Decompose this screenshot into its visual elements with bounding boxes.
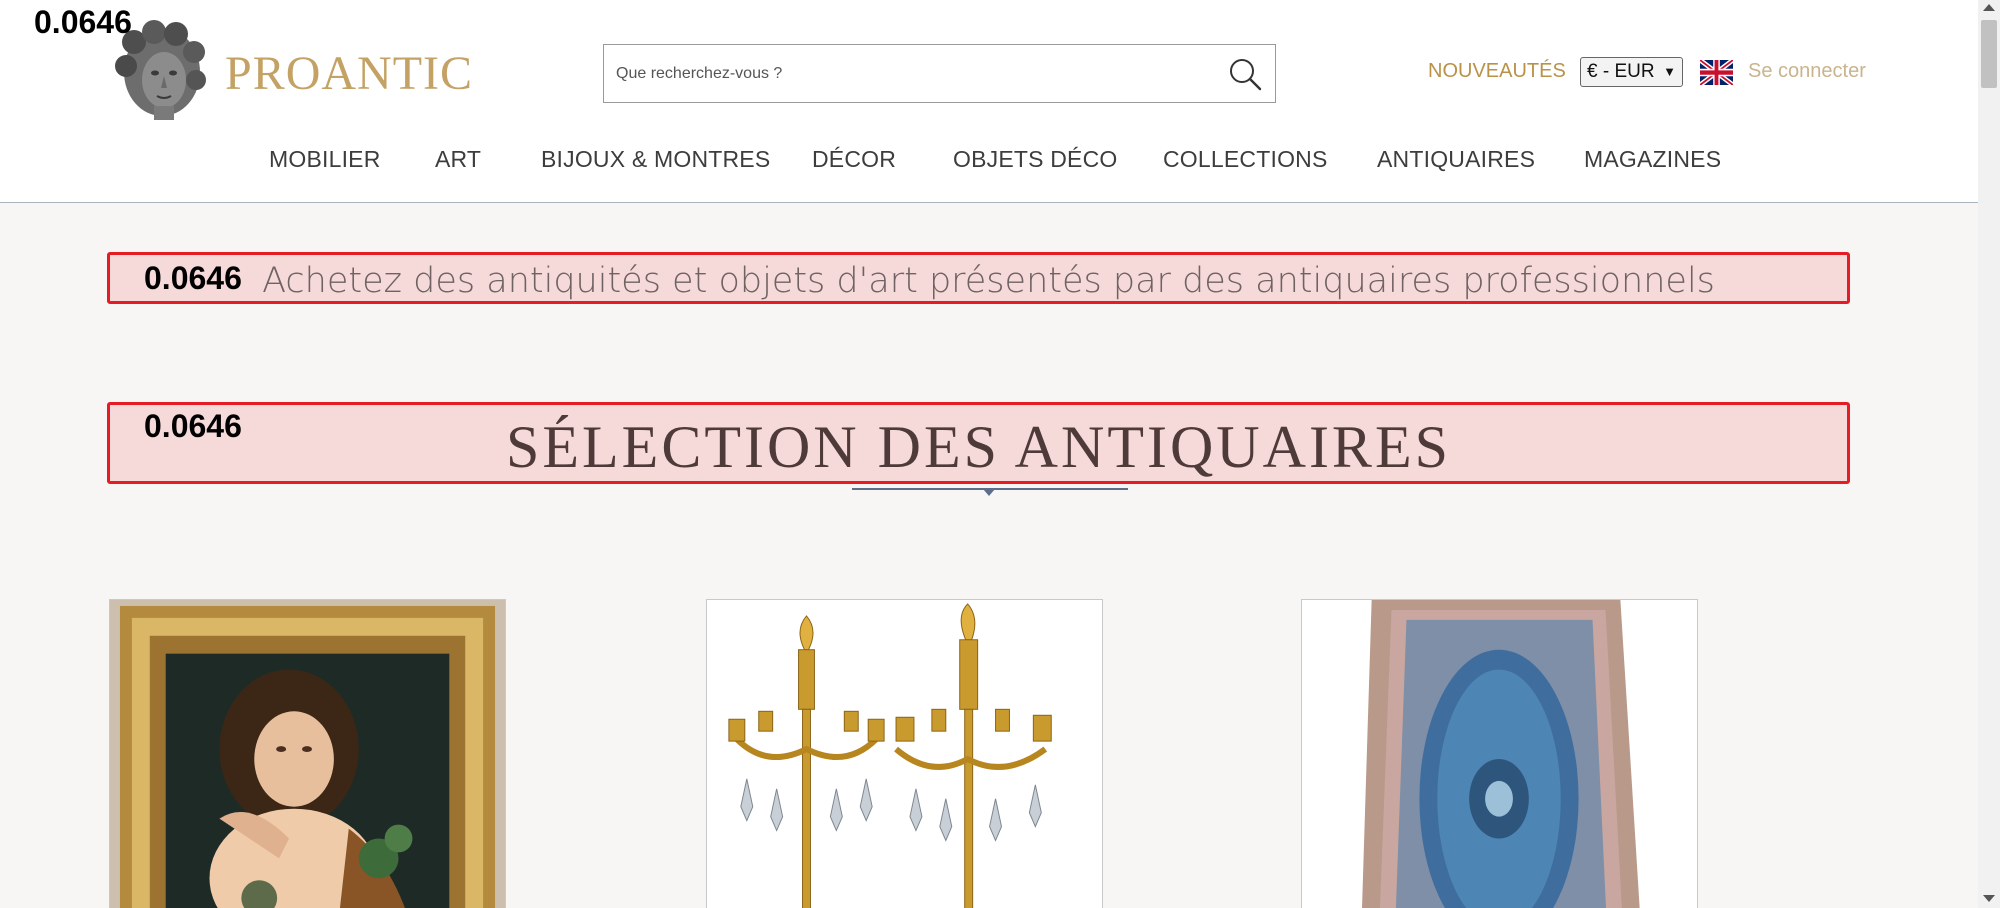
nav-item-decor[interactable]: DÉCOR <box>812 146 896 173</box>
blue-oriental-rug <box>1302 600 1697 908</box>
title-divider-arrow <box>983 489 995 496</box>
nav-item-antiquaires[interactable]: ANTIQUAIRES <box>1377 146 1535 173</box>
product-card-candelabra[interactable] <box>706 599 1103 908</box>
nav-item-mobilier[interactable]: MOBILIER <box>269 146 381 173</box>
product-card-rug[interactable] <box>1301 599 1698 908</box>
scroll-up-arrow-icon[interactable] <box>1983 4 1995 11</box>
site-header: 0.0646 PROANTIC NOUVEAUTÉS <box>0 0 1978 203</box>
search-input[interactable] <box>616 45 1196 102</box>
score-label: 0.0646 <box>34 4 132 40</box>
uk-flag-icon[interactable] <box>1698 57 1735 88</box>
currency-value: € - EUR <box>1587 61 1655 82</box>
currency-select[interactable]: € - EUR ▼ <box>1580 57 1683 87</box>
main-nav: MOBILIER ART BIJOUX & MONTRES DÉCOR OBJE… <box>0 146 1978 186</box>
page-scrollbar[interactable] <box>1978 0 2000 908</box>
nav-item-objets-deco[interactable]: OBJETS DÉCO <box>953 146 1118 173</box>
search-icon[interactable] <box>1227 56 1263 92</box>
login-link[interactable]: Se connecter <box>1748 60 1866 83</box>
gilt-bronze-candelabra-pair <box>707 600 1102 908</box>
score-label: 0.0646 <box>144 408 242 444</box>
new-arrivals-link[interactable]: NOUVEAUTÉS <box>1428 60 1566 83</box>
scrollbar-thumb[interactable] <box>1981 20 1997 88</box>
brand-name[interactable]: PROANTIC <box>225 46 473 101</box>
tagline-text: Achetez des antiquités et objets d'art p… <box>262 261 1715 301</box>
section-title: SÉLECTION DES ANTIQUAIRES <box>506 414 1451 480</box>
nav-item-collections[interactable]: COLLECTIONS <box>1163 146 1328 173</box>
framed-portrait-painting <box>110 600 505 908</box>
score-label: 0.0646 <box>144 260 242 296</box>
tagline-banner: 0.0646 Achetez des antiquités et objets … <box>107 252 1850 304</box>
chevron-down-icon: ▼ <box>1663 64 1676 79</box>
nav-item-magazines[interactable]: MAGAZINES <box>1584 146 1721 173</box>
scroll-down-arrow-icon[interactable] <box>1983 895 1995 902</box>
nav-item-art[interactable]: ART <box>435 146 481 173</box>
section-title-banner: 0.0646 SÉLECTION DES ANTIQUAIRES <box>107 402 1850 484</box>
search-bar <box>603 44 1276 103</box>
product-card-portrait[interactable] <box>109 599 506 908</box>
nav-item-bijoux-montres[interactable]: BIJOUX & MONTRES <box>541 146 770 173</box>
